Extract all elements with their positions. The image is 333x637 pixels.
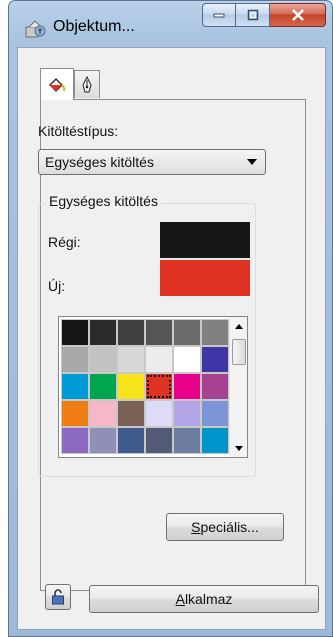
title-bar[interactable]: Objektum... <box>9 1 332 45</box>
palette-color-cell[interactable] <box>61 373 89 400</box>
palette-color-cell[interactable] <box>117 346 145 373</box>
color-palette <box>58 316 248 458</box>
palette-color-cell[interactable] <box>89 400 117 427</box>
palette-color-cell[interactable] <box>61 400 89 427</box>
fill-type-label: Kitöltéstípus: <box>38 123 119 139</box>
scroll-thumb[interactable] <box>232 339 246 365</box>
palette-color-cell[interactable] <box>117 427 145 454</box>
palette-color-cell[interactable] <box>173 373 201 400</box>
app-icon <box>25 19 47 39</box>
object-properties-window: Objektum... Kitöltéstípus: Egységes kitö… <box>8 0 333 637</box>
palette-color-cell[interactable] <box>145 427 173 454</box>
tab-fill[interactable] <box>40 68 74 100</box>
palette-scrollbar[interactable] <box>229 317 247 457</box>
tab-outline[interactable] <box>74 70 100 98</box>
dropdown-arrow-icon <box>247 159 257 165</box>
palette-color-cell[interactable] <box>145 346 173 373</box>
palette-color-cell[interactable] <box>89 427 117 454</box>
pen-nib-icon <box>82 75 92 92</box>
fill-type-dropdown[interactable]: Egységes kitöltés <box>38 149 266 175</box>
palette-color-cell[interactable] <box>173 346 201 373</box>
palette-color-cell[interactable] <box>145 319 173 346</box>
old-color-swatch <box>160 222 250 258</box>
special-button[interactable]: Speciális... <box>166 513 284 541</box>
scroll-up-icon <box>235 323 243 329</box>
palette-color-cell[interactable] <box>89 319 117 346</box>
palette-grid <box>61 319 229 455</box>
palette-color-cell[interactable] <box>117 373 145 400</box>
fill-bucket-icon <box>49 77 66 92</box>
palette-color-cell[interactable] <box>61 346 89 373</box>
maximize-icon <box>247 9 258 21</box>
uniform-fill-group-title: Egységes kitöltés <box>46 193 161 209</box>
palette-color-cell[interactable] <box>201 427 229 454</box>
new-color-swatch <box>160 260 250 296</box>
palette-color-cell[interactable] <box>145 373 173 400</box>
palette-color-cell[interactable] <box>145 400 173 427</box>
palette-color-cell[interactable] <box>61 427 89 454</box>
close-button[interactable] <box>270 3 326 27</box>
caption-buttons <box>202 3 326 27</box>
minimize-icon <box>213 13 225 18</box>
palette-color-cell[interactable] <box>89 373 117 400</box>
palette-color-cell[interactable] <box>117 319 145 346</box>
special-label: peciális... <box>200 519 259 535</box>
scroll-down-button[interactable] <box>230 439 248 457</box>
palette-color-cell[interactable] <box>173 400 201 427</box>
palette-color-cell[interactable] <box>201 319 229 346</box>
maximize-button[interactable] <box>236 3 270 27</box>
palette-color-cell[interactable] <box>173 427 201 454</box>
lock-button[interactable] <box>45 584 71 610</box>
old-color-label: Régi: <box>48 234 81 250</box>
new-color-label: Új: <box>48 278 66 294</box>
lock-icon <box>52 589 64 605</box>
palette-color-cell[interactable] <box>61 319 89 346</box>
palette-color-cell[interactable] <box>201 400 229 427</box>
docker-content: Kitöltéstípus: Egységes kitöltés Egysége… <box>17 47 326 630</box>
special-hotkey: S <box>191 519 201 535</box>
fill-type-value: Egységes kitöltés <box>45 154 154 170</box>
apply-button[interactable]: Alkalmaz <box>89 585 319 613</box>
tab-strip <box>18 48 325 102</box>
palette-color-cell[interactable] <box>89 346 117 373</box>
apply-label: lkalmaz <box>184 591 233 607</box>
apply-hotkey: A <box>175 591 185 607</box>
palette-color-cell[interactable] <box>201 346 229 373</box>
scroll-down-icon <box>235 445 243 451</box>
palette-color-cell[interactable] <box>117 400 145 427</box>
window-title: Objektum... <box>53 18 135 35</box>
minimize-button[interactable] <box>202 3 236 27</box>
palette-color-cell[interactable] <box>173 319 201 346</box>
palette-color-cell[interactable] <box>201 373 229 400</box>
close-icon <box>291 9 304 21</box>
scroll-up-button[interactable] <box>230 317 248 335</box>
